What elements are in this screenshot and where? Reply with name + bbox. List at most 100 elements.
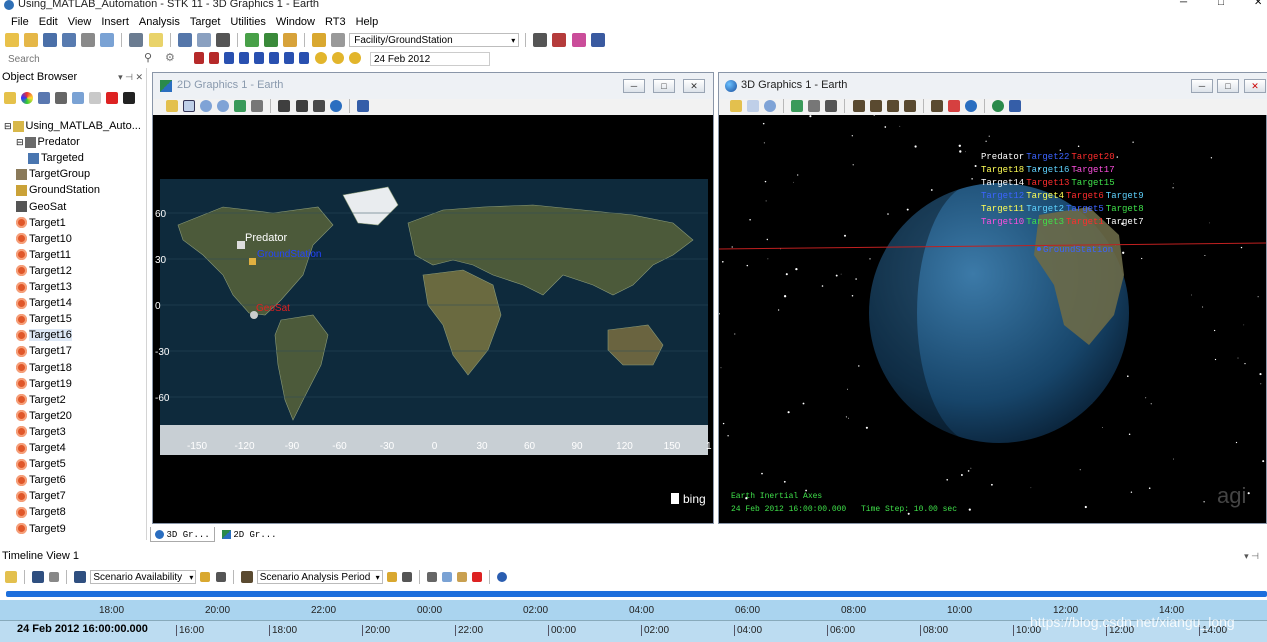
object-tool-icon[interactable] — [331, 33, 346, 48]
target-label-3d[interactable]: Target6 — [1066, 191, 1104, 201]
tree-item[interactable]: Target16 — [16, 327, 72, 343]
gear-icon[interactable]: ⚙ — [165, 51, 175, 64]
copy-icon[interactable] — [72, 92, 85, 105]
tree-item[interactable]: Target2 — [16, 392, 66, 408]
pause-icon[interactable] — [239, 52, 250, 65]
copy-icon[interactable] — [808, 100, 821, 112]
tree-item[interactable]: ⊟ Predator — [16, 134, 80, 150]
target-label-3d[interactable]: Target2 — [1026, 204, 1064, 214]
copy-icon[interactable] — [251, 100, 264, 112]
target-label-3d[interactable]: Target8 — [1106, 204, 1144, 214]
minimize-button[interactable]: ─ — [1180, 0, 1187, 8]
menu-edit[interactable]: Edit — [34, 15, 63, 29]
tree-item[interactable]: Target5 — [16, 456, 66, 472]
step-back-icon[interactable] — [209, 52, 220, 65]
open-folder-icon[interactable] — [24, 33, 39, 48]
target-label-3d[interactable]: Target10 — [981, 217, 1024, 227]
search-icon[interactable]: ⚲ — [144, 51, 152, 64]
availability-select[interactable]: Scenario Availability ▾ — [90, 570, 197, 584]
record-icon[interactable] — [295, 100, 308, 112]
target-label-3d[interactable]: Target17 — [1071, 165, 1114, 175]
edit-icon[interactable] — [386, 572, 397, 582]
tree-item[interactable]: Target8 — [16, 504, 66, 520]
view-from-icon[interactable] — [852, 100, 865, 112]
maximize-button[interactable]: □ — [1218, 0, 1224, 8]
target-label-3d[interactable]: Target7 — [1106, 217, 1144, 227]
expand-toggle-icon[interactable]: ⊟ — [16, 137, 24, 147]
time-component-icon[interactable] — [74, 571, 87, 583]
target-label-3d[interactable]: Target13 — [1026, 178, 1069, 188]
add-icon[interactable] — [49, 572, 60, 582]
world-map[interactable]: 60 30 0 -30 -60 -150 -120 -90 -60 -30 0 30 60 90 120 1… — [153, 115, 713, 525]
cut-icon[interactable] — [81, 33, 96, 48]
view-icon[interactable] — [791, 100, 804, 112]
tree-item[interactable]: Target15 — [16, 311, 72, 327]
window-2d-minimize-button[interactable]: ─ — [623, 79, 645, 93]
expand-toggle-icon[interactable]: ⊟ — [4, 121, 12, 131]
groundstation-label-3d[interactable]: GroundStation — [1043, 245, 1113, 255]
properties-icon[interactable] — [5, 571, 17, 583]
copy-icon[interactable] — [442, 572, 452, 582]
window-2d-close-button[interactable]: ✕ — [683, 79, 705, 93]
menu-rt3[interactable]: RT3 — [320, 15, 351, 29]
clock-icon[interactable] — [348, 52, 361, 65]
tree-item[interactable]: Target4 — [16, 440, 66, 456]
color-wheel-icon[interactable] — [21, 92, 34, 105]
pan-hand-icon[interactable] — [747, 100, 760, 112]
map-icon[interactable] — [234, 100, 247, 112]
target-label-3d[interactable]: Target1 — [1066, 217, 1104, 227]
tab-2d-graphics[interactable]: 2D Gr... — [218, 527, 281, 542]
menu-target[interactable]: Target — [185, 15, 226, 29]
window-3d-maximize-button[interactable]: □ — [1217, 79, 1239, 93]
target-label-3d[interactable]: Target22 — [1026, 152, 1069, 162]
pencil-icon[interactable] — [947, 100, 960, 112]
window-2d-maximize-button[interactable]: □ — [653, 79, 675, 93]
target-label-3d[interactable]: Target20 — [1071, 152, 1114, 162]
target-label-3d[interactable]: Target12 — [981, 191, 1024, 201]
tree-item[interactable]: TargetGroup — [16, 166, 90, 182]
menu-help[interactable]: Help — [351, 15, 384, 29]
search-input[interactable] — [8, 52, 148, 66]
timeline-scroll-bar[interactable] — [6, 591, 1267, 597]
window-3d-close-button[interactable]: ✕ — [1244, 79, 1266, 93]
zoom-in-icon[interactable] — [200, 100, 213, 112]
target-label-3d[interactable]: Target5 — [1066, 204, 1104, 214]
target-label-3d[interactable]: Target16 — [1026, 165, 1069, 175]
slower-icon[interactable] — [284, 52, 295, 65]
new-scenario-icon[interactable] — [5, 33, 19, 48]
cut-icon[interactable] — [426, 572, 437, 582]
tree-item[interactable]: Target18 — [16, 360, 72, 376]
tree-item[interactable]: Target10 — [16, 231, 72, 247]
measure-icon[interactable] — [930, 100, 943, 112]
properties-icon[interactable] — [730, 100, 742, 112]
faster-icon[interactable] — [299, 52, 310, 65]
tree-item[interactable]: Target9 — [16, 521, 66, 537]
tree-item[interactable]: Target6 — [16, 472, 66, 488]
properties-icon[interactable] — [166, 100, 178, 112]
globe-3d-view[interactable]: Predator Target22 Target20 Target18 Target16… — [719, 115, 1266, 523]
print-icon[interactable] — [129, 33, 144, 48]
animation-icon[interactable] — [215, 33, 230, 48]
tree-item[interactable]: Target7 — [16, 488, 66, 504]
grid-icon[interactable] — [312, 100, 325, 112]
zoom-out-icon[interactable] — [217, 100, 230, 112]
earth-icon[interactable] — [992, 100, 1005, 112]
target-label-3d[interactable]: Target18 — [981, 165, 1024, 175]
menu-view[interactable]: View — [63, 15, 97, 29]
tree-item[interactable]: Target13 — [16, 279, 72, 295]
table-icon[interactable] — [533, 33, 548, 48]
tree-item[interactable]: GeoSat — [16, 199, 66, 215]
image-icon[interactable] — [1009, 100, 1022, 112]
tree-item[interactable]: GroundStation — [16, 182, 100, 198]
close-button[interactable]: ✕ — [1254, 0, 1262, 8]
view-to-icon[interactable] — [869, 100, 882, 112]
tree-item[interactable]: Target3 — [16, 424, 66, 440]
save-all-icon[interactable] — [62, 33, 77, 48]
link-icon[interactable] — [263, 33, 278, 48]
analysis-period-select[interactable]: Scenario Analysis Period ▾ — [256, 570, 383, 584]
facility-select[interactable]: Facility/GroundStation ▾ — [349, 33, 520, 48]
x-real-time-icon[interactable] — [331, 52, 344, 65]
window-3d-minimize-button[interactable]: ─ — [1191, 79, 1213, 93]
tree-item[interactable]: Target20 — [16, 408, 72, 424]
menu-insert[interactable]: Insert — [96, 15, 134, 29]
